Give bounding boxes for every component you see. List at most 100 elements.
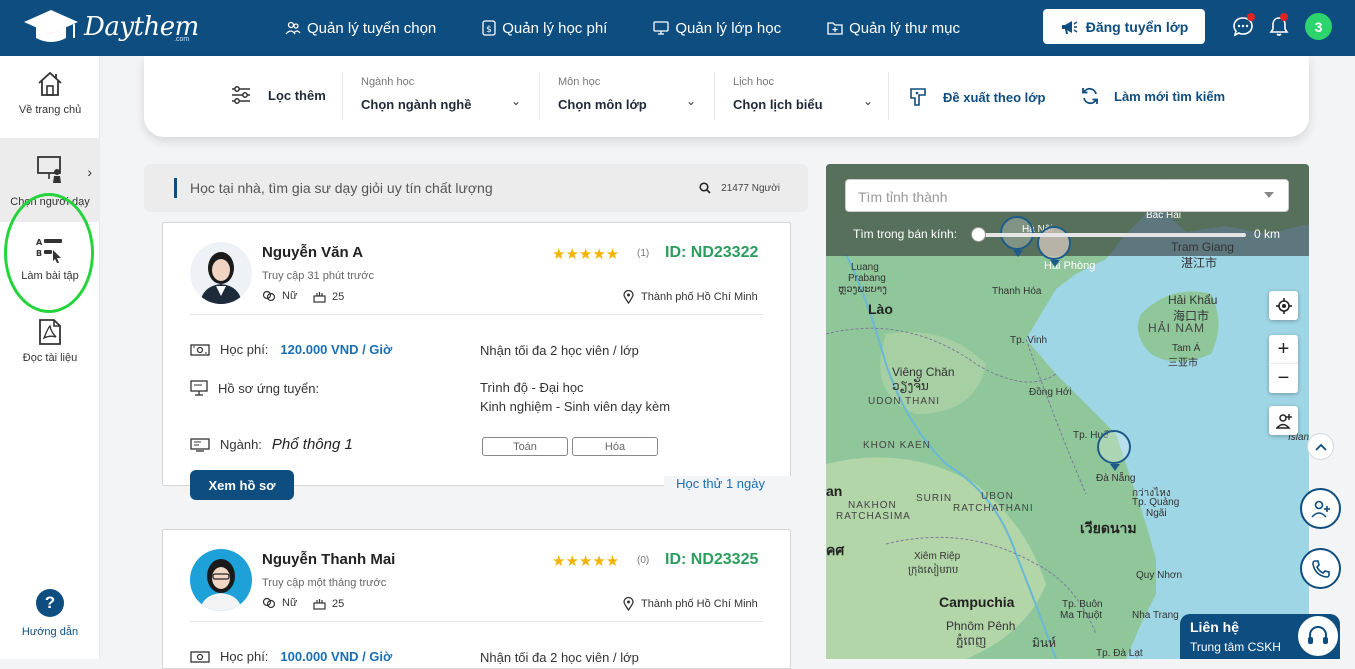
province-search-placeholder: Tìm tỉnh thành <box>858 189 948 205</box>
svg-text:$: $ <box>486 25 492 35</box>
filter-bar: Lọc thêm Ngành học Chọn ngành nghề ⌄ Môn… <box>144 56 1309 137</box>
folder-icon <box>827 22 843 35</box>
trial-divider <box>294 485 664 486</box>
tutor-card: Nguyễn Văn A Truy cập 31 phút trước Nữ 2… <box>162 222 791 500</box>
map-label-xiem-riep-script: ក្រុងសៀមរាប <box>908 565 959 576</box>
contact-title: Liên hệ <box>1190 619 1240 635</box>
more-filters-button[interactable]: Lọc thêm <box>230 84 326 106</box>
map-label-ratchathani: RATCHATHANI <box>953 503 1034 514</box>
megaphone-icon <box>1061 20 1078 34</box>
map-label-khon-kaen: KHON KAEN <box>863 440 931 451</box>
nav-tuition-label: Quản lý học phí <box>502 19 608 37</box>
refresh-search-label: Làm mới tìm kiếm <box>1114 88 1226 104</box>
tutor-age: 25 <box>313 290 344 303</box>
money-icon <box>190 343 210 356</box>
tutor-age-value: 25 <box>332 597 345 610</box>
search-placeholder: Học tại nhà, tìm gia sư dạy giỏi uy tín … <box>190 180 493 196</box>
tutor-age-value: 25 <box>332 290 345 303</box>
schedule-dropdown[interactable]: Lịch học Chọn lịch biểu ⌄ <box>714 72 889 120</box>
contact-support-button[interactable]: Liên hệ Trung tâm CSKH <box>1180 614 1340 659</box>
last-access: Truy cập một tháng trước <box>262 577 387 589</box>
tutor-map[interactable]: Hà Nội Hải Phòng Bắc Hải Tram Giang 湛江市 … <box>826 164 1309 659</box>
map-marker[interactable] <box>1097 430 1131 471</box>
monitor-icon <box>190 437 210 452</box>
nav-classroom[interactable]: Quản lý lớp học <box>653 20 781 37</box>
pdf-icon <box>39 319 61 345</box>
tutor-search-box[interactable]: Học tại nhà, tìm gia sư dạy giỏi uy tín … <box>144 164 808 212</box>
svg-text:B: B <box>36 249 42 258</box>
register-tutor-button[interactable] <box>1300 488 1341 529</box>
post-class-button[interactable]: Đăng tuyển lớp <box>1043 9 1205 44</box>
zoom-out-button[interactable]: − <box>1269 364 1298 393</box>
fee-row: Học phí: 120.000 VND / Giờ <box>190 342 392 357</box>
help-icon: ? <box>36 589 64 617</box>
fee-row: Học phí: 100.000 VND / Giờ <box>190 649 392 664</box>
map-label-hainam: HẢI NAM <box>1148 321 1206 335</box>
fee-label: Học phí: <box>220 342 269 357</box>
nav-folders[interactable]: Quản lý thư mục <box>827 20 960 37</box>
map-label-khmer-thai: คศ <box>826 542 845 558</box>
rating-count: (1) <box>637 248 650 259</box>
major-dropdown[interactable]: Ngành học Chọn ngành nghề ⌄ <box>342 72 538 120</box>
zoom-in-button[interactable]: + <box>1269 335 1298 364</box>
person-add-icon <box>1275 413 1292 429</box>
sidebar-item-help-label: Hướng dẫn <box>21 626 79 638</box>
map-label-tam-a: Tam Á <box>1172 343 1201 354</box>
province-search-select[interactable]: Tìm tỉnh thành <box>845 179 1289 212</box>
map-label-vinh: Tp. Vinh <box>1010 335 1048 346</box>
tutor-age: 25 <box>313 597 344 610</box>
call-button[interactable] <box>1300 548 1341 589</box>
education-level: Trình độ - Đại học <box>480 380 584 395</box>
sidebar-item-exercise[interactable]: AB Làm bài tập <box>0 236 100 296</box>
home-icon <box>38 71 62 96</box>
view-profile-button[interactable]: Xem hồ sơ <box>190 470 294 500</box>
logo[interactable]: Daythem .com <box>22 8 199 46</box>
svg-text:A: A <box>36 238 43 247</box>
add-person-map-button[interactable] <box>1269 406 1298 435</box>
result-count: 21477 Người <box>699 182 780 194</box>
chevron-down-icon: ⌄ <box>511 94 522 108</box>
map-label-da-nang: Đà Nẵng <box>1096 473 1136 484</box>
minus-icon: − <box>1277 367 1290 389</box>
sidebar-item-exercise-label: Làm bài tập <box>21 270 79 282</box>
profile-label: Hồ sơ ứng tuyển: <box>218 380 320 396</box>
map-marker-photo[interactable] <box>1037 226 1071 267</box>
nav-recruitment[interactable]: Quản lý tuyển chọn <box>285 20 436 37</box>
map-label-surin: SURIN <box>916 493 953 504</box>
locate-me-button[interactable] <box>1269 291 1298 320</box>
map-label-tam-a-cn: 三亚市 <box>1168 358 1198 369</box>
exercise-icon: AB <box>36 238 62 263</box>
map-label-ubon: UBON <box>981 491 1014 502</box>
chat-button[interactable] <box>1232 13 1255 37</box>
user-avatar[interactable]: 3 <box>1305 13 1332 40</box>
map-label-vieng-chan: Viêng Chăn <box>892 365 955 379</box>
map-label-buon: Tp. Buôn <box>1062 599 1103 610</box>
subject-chip: Hóa <box>572 437 658 456</box>
sidebar-item-documents[interactable]: Đọc tài liệu <box>0 318 100 378</box>
sidebar-item-choose-teacher[interactable]: Chọn người dạy › <box>0 138 100 222</box>
tutor-gender: Nữ <box>262 290 297 302</box>
subject-dropdown[interactable]: Môn học Chọn môn lớp ⌄ <box>539 72 713 120</box>
more-filters-label: Lọc thêm <box>268 87 326 103</box>
tutor-gender-value: Nữ <box>282 597 298 609</box>
map-label-lao-script: ຫຼວງພະບາງ <box>838 284 887 295</box>
map-label-ngai: Ngãi <box>1146 508 1167 519</box>
radius-slider-knob[interactable] <box>971 227 986 242</box>
tuition-icon: $ <box>482 20 496 36</box>
cake-icon <box>313 292 326 303</box>
suggest-by-class-button[interactable]: Đề xuất theo lớp <box>907 86 1045 108</box>
tutor-photo <box>190 549 252 611</box>
notification-button[interactable] <box>1268 13 1290 37</box>
trial-text: Học thử 1 ngày <box>664 476 791 491</box>
radius-slider-track[interactable] <box>978 233 1246 237</box>
card-divider <box>190 314 763 315</box>
nav-tuition[interactable]: $ Quản lý học phí <box>482 20 607 37</box>
map-label-vieng-chan-script: ວຽງຈັນ <box>892 379 929 393</box>
sidebar-item-help[interactable]: ? Hướng dẫn <box>0 589 100 649</box>
scroll-top-button[interactable] <box>1307 433 1334 460</box>
experience: Kinh nghiệm - Sinh viên dạy kèm <box>480 399 671 414</box>
sidebar-item-home[interactable]: Về trang chủ <box>0 70 100 140</box>
map-label-ma-thuot: Ma Thuột <box>1060 610 1103 621</box>
main-nav: Quản lý tuyển chọn $ Quản lý học phí Quả… <box>285 0 1006 56</box>
refresh-search-button[interactable]: Làm mới tìm kiếm <box>1080 86 1225 106</box>
